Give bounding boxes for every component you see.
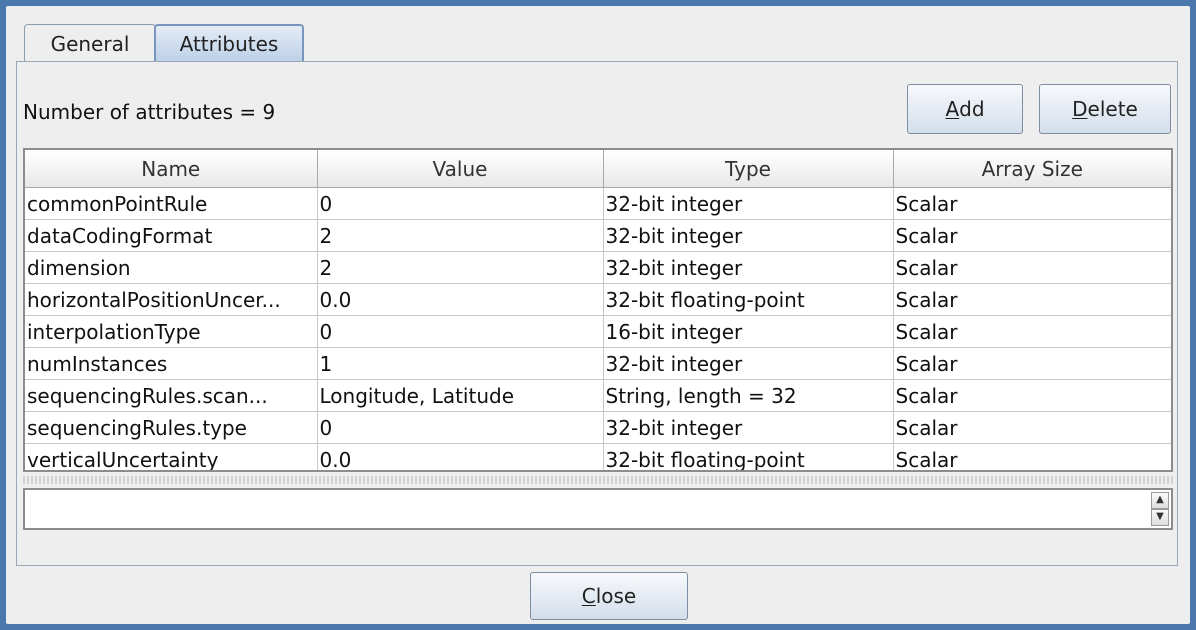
delete-mnemonic: D (1072, 97, 1088, 121)
add-button[interactable]: Add (907, 84, 1023, 134)
table-row[interactable]: dataCodingFormat 2 32-bit integer Scalar (25, 219, 1171, 252)
cell-type[interactable]: 32-bit floating-point (603, 443, 894, 470)
scroll-down-arrow-icon[interactable]: ▼ (1151, 509, 1169, 526)
cell-type[interactable]: 32-bit integer (603, 411, 894, 444)
table-row[interactable]: numInstances 1 32-bit integer Scalar (25, 347, 1171, 380)
cell-array-size[interactable]: Scalar (893, 187, 1171, 220)
column-header-type[interactable]: Type (603, 150, 894, 188)
table-row[interactable]: verticalUncertainty 0.0 32-bit floating-po… (25, 443, 1171, 470)
cell-value[interactable]: 0.0 (317, 443, 604, 470)
cell-value[interactable]: 0.0 (317, 283, 604, 316)
cell-array-size[interactable]: Scalar (893, 219, 1171, 252)
cell-array-size[interactable]: Scalar (893, 251, 1171, 284)
cell-array-size[interactable]: Scalar (893, 347, 1171, 380)
table-row[interactable]: interpolationType 0 16-bit integer Scalar (25, 315, 1171, 348)
close-mnemonic: C (581, 584, 596, 608)
cell-name[interactable]: interpolationType (25, 315, 318, 348)
cell-array-size[interactable]: Scalar (893, 379, 1171, 412)
textarea-scroll-spinner: ▲ ▼ (1151, 492, 1169, 526)
cell-value[interactable]: 0 (317, 315, 604, 348)
cell-value[interactable]: 2 (317, 251, 604, 284)
cell-name[interactable]: sequencingRules.type (25, 411, 318, 444)
cell-value[interactable]: Longitude, Latitude (317, 379, 604, 412)
split-pane-divider[interactable] (23, 476, 1173, 484)
cell-type[interactable]: 32-bit integer (603, 187, 894, 220)
cell-type[interactable]: 32-bit floating-point (603, 283, 894, 316)
tab-attributes[interactable]: Attributes (154, 24, 304, 62)
add-label: dd (959, 97, 985, 121)
cell-value[interactable]: 0 (317, 411, 604, 444)
cell-array-size[interactable]: Scalar (893, 315, 1171, 348)
cell-array-size[interactable]: Scalar (893, 283, 1171, 316)
cell-type[interactable]: 32-bit integer (603, 347, 894, 380)
attributes-table[interactable]: Name Value Type Array Size commonPointRu… (23, 148, 1173, 472)
delete-label: elete (1087, 97, 1138, 121)
cell-name[interactable]: dimension (25, 251, 318, 284)
cell-value[interactable]: 1 (317, 347, 604, 380)
column-header-name[interactable]: Name (25, 150, 318, 188)
cell-type[interactable]: 32-bit integer (603, 251, 894, 284)
cell-name[interactable]: numInstances (25, 347, 318, 380)
cell-value[interactable]: 2 (317, 219, 604, 252)
table-row[interactable]: sequencingRules.type 0 32-bit integer Scala… (25, 411, 1171, 444)
table-row[interactable]: horizontalPositionUncer... 0.0 32-bit floa… (25, 283, 1171, 316)
cell-name[interactable]: dataCodingFormat (25, 219, 318, 252)
attributes-panel: Number of attributes = 9 Add Delete Name… (16, 61, 1178, 566)
cell-name[interactable]: horizontalPositionUncer... (25, 283, 318, 316)
cell-value[interactable]: 0 (317, 187, 604, 220)
cell-array-size[interactable]: Scalar (893, 443, 1171, 470)
tab-general[interactable]: General (24, 24, 156, 62)
add-mnemonic: A (945, 97, 960, 121)
column-header-array-size[interactable]: Array Size (893, 150, 1171, 188)
close-label: lose (595, 584, 637, 608)
delete-button[interactable]: Delete (1039, 84, 1171, 134)
table-row[interactable]: commonPointRule 0 32-bit integer Scalar (25, 187, 1171, 220)
scroll-up-arrow-icon[interactable]: ▲ (1151, 492, 1169, 509)
close-button[interactable]: Close (530, 572, 688, 620)
attribute-count-label: Number of attributes = 9 (23, 100, 276, 124)
column-header-value[interactable]: Value (317, 150, 604, 188)
cell-name[interactable]: commonPointRule (25, 187, 318, 220)
table-row[interactable]: dimension 2 32-bit integer Scalar (25, 251, 1171, 284)
attributes-dialog: General Attributes Number of attributes … (6, 6, 1190, 624)
table-row[interactable]: sequencingRules.scan... Longitude, Latitu… (25, 379, 1171, 412)
cell-name[interactable]: verticalUncertainty (25, 443, 318, 470)
cell-type[interactable]: 16-bit integer (603, 315, 894, 348)
cell-type[interactable]: String, length = 32 (603, 379, 894, 412)
cell-name[interactable]: sequencingRules.scan... (25, 379, 318, 412)
attribute-value-textarea[interactable]: ▲ ▼ (23, 488, 1173, 530)
cell-array-size[interactable]: Scalar (893, 411, 1171, 444)
cell-type[interactable]: 32-bit integer (603, 219, 894, 252)
table-header-row: Name Value Type Array Size (25, 150, 1171, 188)
